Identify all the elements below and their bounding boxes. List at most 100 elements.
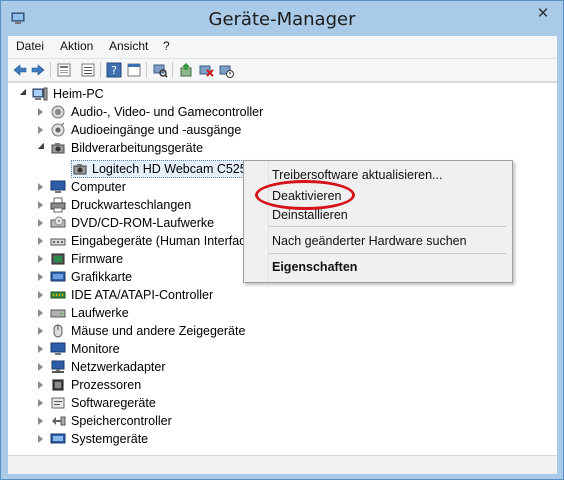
context-menu-gutter xyxy=(268,161,269,282)
toolbar: ? xyxy=(8,59,557,82)
category-label: Mäuse und andere Zeigegeräte xyxy=(71,324,246,338)
software-device-icon xyxy=(51,397,65,409)
category-label: Grafikkarte xyxy=(71,270,133,284)
forward-arrow-icon[interactable] xyxy=(30,62,46,78)
category-label: IDE ATA/ATAPI-Controller xyxy=(71,288,214,302)
expand-arrow-icon[interactable] xyxy=(38,417,43,425)
audio-io-icon xyxy=(51,122,65,137)
category-label: Netzwerkadapter xyxy=(71,360,166,374)
tree-category[interactable]: Netzwerkadapter xyxy=(8,358,308,376)
expand-arrow-icon[interactable] xyxy=(38,399,43,407)
category-label: Audio-, Video- und Gamecontroller xyxy=(71,105,264,119)
expand-arrow-icon[interactable] xyxy=(38,381,43,389)
close-button[interactable]: ✕ xyxy=(529,3,557,25)
context-menu-scan-hardware[interactable]: Nach geänderter Hardware suchen xyxy=(272,234,467,248)
tree-category[interactable]: Audio-, Video- und Gamecontroller xyxy=(8,103,308,121)
expand-arrow-icon[interactable] xyxy=(38,219,43,227)
graphics-card-icon xyxy=(50,271,66,282)
category-label: Audioeingänge und -ausgänge xyxy=(71,123,242,137)
menu-aktion[interactable]: Aktion xyxy=(60,39,93,53)
scan-hardware-icon[interactable] xyxy=(152,62,168,78)
tree-root-node[interactable]: Heim-PC xyxy=(8,85,308,103)
context-menu-uninstall[interactable]: Deinstallieren xyxy=(272,208,348,222)
disable-icon[interactable] xyxy=(218,62,234,78)
update-driver-icon[interactable] xyxy=(178,62,194,78)
tree-category[interactable]: Prozessoren xyxy=(8,376,308,394)
expand-arrow-icon[interactable] xyxy=(38,291,43,299)
expand-arrow-icon[interactable] xyxy=(38,327,43,335)
collapse-arrow-icon[interactable] xyxy=(38,143,44,149)
expand-arrow-icon[interactable] xyxy=(38,201,43,209)
ide-controller-icon xyxy=(50,291,66,299)
monitor-icon xyxy=(50,342,66,355)
category-label: Druckwarteschlangen xyxy=(71,198,192,212)
collapse-arrow-icon[interactable] xyxy=(20,89,26,95)
category-label: Eingabegeräte (Human Interface Devices) xyxy=(71,234,244,248)
mouse-icon xyxy=(53,324,63,338)
context-menu-disable[interactable]: Deaktivieren xyxy=(272,189,341,203)
system-device-icon xyxy=(50,433,66,444)
tree-category[interactable]: Speichercontroller xyxy=(8,412,308,430)
optical-drive-icon xyxy=(50,216,66,228)
expand-arrow-icon[interactable] xyxy=(38,108,43,116)
context-menu: Treibersoftware aktualisieren... Deaktiv… xyxy=(243,160,513,283)
menu-datei[interactable]: Datei xyxy=(16,39,44,53)
tree-category[interactable]: Laufwerke xyxy=(8,304,308,322)
camera-icon xyxy=(51,143,65,154)
expand-arrow-icon[interactable] xyxy=(38,255,43,263)
expand-arrow-icon[interactable] xyxy=(38,363,43,371)
tree-root-label: Heim-PC xyxy=(53,87,104,101)
tree-category[interactable]: Softwaregeräte xyxy=(8,394,308,412)
firmware-icon xyxy=(51,253,65,265)
toolbar-separator xyxy=(50,62,51,78)
tree-category[interactable]: Systemgeräte xyxy=(8,430,308,448)
category-label: Systemgeräte xyxy=(71,432,149,446)
back-arrow-icon[interactable] xyxy=(12,62,28,78)
tree-category[interactable]: Mäuse und andere Zeigegeräte xyxy=(8,322,308,340)
status-bar xyxy=(8,455,557,474)
expand-arrow-icon[interactable] xyxy=(38,345,43,353)
uninstall-icon[interactable] xyxy=(198,62,214,78)
printer-icon xyxy=(50,197,66,213)
expand-arrow-icon[interactable] xyxy=(38,309,43,317)
help-icon[interactable]: ? xyxy=(106,62,122,78)
close-icon: ✕ xyxy=(536,5,550,22)
hid-icon xyxy=(50,238,66,246)
context-menu-update-driver[interactable]: Treibersoftware aktualisieren... xyxy=(272,168,442,182)
menu-bar: Datei Aktion Ansicht ? xyxy=(8,36,557,59)
tree-category[interactable]: IDE ATA/ATAPI-Controller xyxy=(8,286,308,304)
menu-ansicht[interactable]: Ansicht xyxy=(109,39,148,53)
expand-arrow-icon[interactable] xyxy=(38,126,43,134)
category-label: Speichercontroller xyxy=(71,414,172,428)
tree-category-expanded[interactable]: Bildverarbeitungsgeräte xyxy=(8,139,308,157)
category-label: Firmware xyxy=(71,252,124,266)
window-title: Geräte-Manager xyxy=(208,9,356,30)
monitor-icon xyxy=(50,180,66,193)
menu-help[interactable]: ? xyxy=(163,39,170,53)
toolbar-separator xyxy=(100,62,101,78)
properties-icon[interactable] xyxy=(56,62,72,78)
svg-text:?: ? xyxy=(111,64,117,77)
network-adapter-icon xyxy=(51,360,65,373)
category-label: DVD/CD-ROM-Laufwerke xyxy=(71,216,215,230)
expand-arrow-icon[interactable] xyxy=(38,237,43,245)
storage-controller-icon xyxy=(52,416,66,426)
context-menu-separator xyxy=(268,226,506,227)
expand-arrow-icon[interactable] xyxy=(38,435,43,443)
expand-arrow-icon[interactable] xyxy=(38,273,43,281)
category-label: Bildverarbeitungsgeräte xyxy=(71,141,204,155)
tree-category[interactable]: Monitore xyxy=(8,340,308,358)
list-view-icon[interactable] xyxy=(80,62,96,78)
context-menu-separator xyxy=(268,253,506,254)
category-label: Laufwerke xyxy=(71,306,129,320)
tree-device-node[interactable]: Logitech HD Webcam C525 xyxy=(8,160,258,178)
expand-arrow-icon[interactable] xyxy=(38,183,43,191)
device-label: Logitech HD Webcam C525 xyxy=(92,162,247,176)
toolbar-separator xyxy=(172,62,173,78)
tree-category[interactable]: Audioeingänge und -ausgänge xyxy=(8,121,308,139)
console-icon[interactable] xyxy=(126,62,142,78)
category-label: Computer xyxy=(71,180,126,194)
webcam-icon xyxy=(73,164,87,175)
disk-drive-icon xyxy=(50,309,66,318)
context-menu-properties[interactable]: Eigenschaften xyxy=(272,260,357,274)
